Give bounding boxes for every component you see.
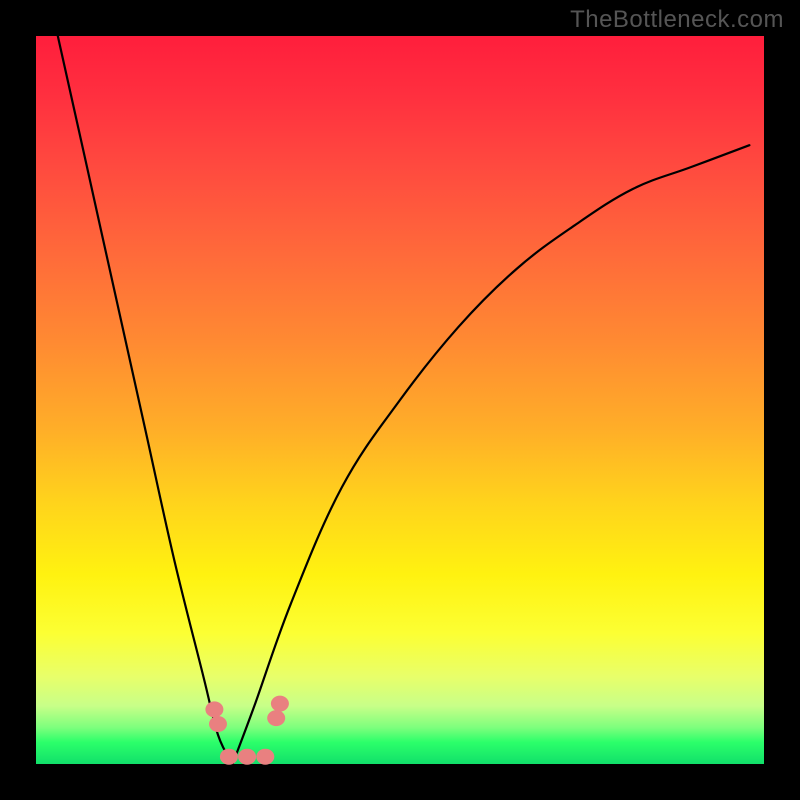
data-marker <box>256 749 274 765</box>
watermark-text: TheBottleneck.com <box>570 6 784 34</box>
curve-right-branch <box>233 145 750 764</box>
data-marker <box>209 716 227 732</box>
data-marker <box>238 749 256 765</box>
data-marker <box>271 696 289 712</box>
curve-layer <box>36 36 764 764</box>
data-marker <box>205 701 223 717</box>
chart-frame: TheBottleneck.com <box>0 0 800 800</box>
data-marker <box>220 749 238 765</box>
curve-left-branch <box>58 36 233 764</box>
plot-area <box>36 36 764 764</box>
data-marker <box>267 710 285 726</box>
marker-group <box>205 696 289 765</box>
